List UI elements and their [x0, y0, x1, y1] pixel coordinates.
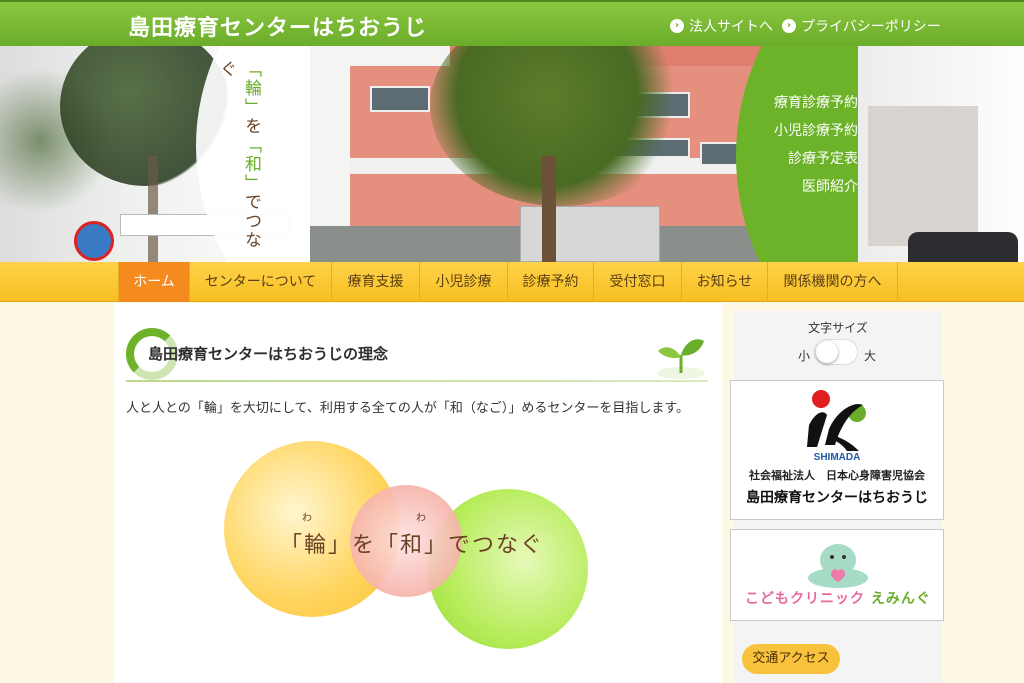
font-size-label: 文字サイズ: [808, 321, 868, 335]
hero-banner: 「輪」を「和」でつなぐ 療育診療予約 小児診療予約 診療予定表 医師紹介: [0, 46, 1024, 262]
building-sign-icon: [74, 221, 114, 261]
main-nav: ホーム センターについて 療育支援 小児診療 診療予約 受付窓口 お知らせ 関係…: [0, 262, 1024, 302]
ruby-wa-1: わ: [302, 513, 312, 524]
nav-about[interactable]: センターについて: [190, 262, 332, 302]
shimada-center-banner[interactable]: SHIMADA 社会福祉法人 日本心身障害児協会 島田療育センターはちおうじ: [730, 380, 944, 520]
kids-clinic-banner[interactable]: こどもクリニック えみんぐ: [730, 529, 944, 621]
clinic-mascot-icon: [808, 544, 868, 588]
svg-text:SHIMADA: SHIMADA: [814, 452, 861, 463]
motto-text: 「輪」を「和」でつなぐ: [280, 533, 545, 558]
chevron-right-icon: ›: [670, 19, 684, 33]
motto-illustration: わ わ 「輪」を「和」でつなぐ: [222, 441, 592, 661]
privacy-policy-label: プライバシーポリシー: [801, 19, 941, 35]
corporate-site-link[interactable]: › 法人サイトへ: [670, 16, 773, 36]
banner-org-name: 社会福祉法人 日本心身障害児協会: [749, 469, 925, 482]
nav-reception[interactable]: 受付窓口: [594, 262, 682, 302]
shimada-logo-icon: SHIMADA: [807, 390, 866, 463]
page-heading: 島田療育センターはちおうじの理念: [148, 345, 389, 363]
access-button[interactable]: 交通アクセス: [742, 644, 840, 674]
intro-text: 人と人との「輪」を大切にして、利用する全ての人が「和（なご）」めるセンターを目指…: [126, 401, 690, 416]
hero-photo-right: [858, 46, 1024, 262]
toggle-knob: [816, 341, 838, 363]
font-size-large-label: 大: [864, 349, 877, 363]
main-content: 島田療育センターはちおうじの理念 人と人との「輪」を大切にして、利用する全ての人…: [114, 303, 722, 683]
font-size-toggle[interactable]: [814, 339, 858, 365]
ruby-wa-2: わ: [416, 513, 426, 524]
pediatric-reservation-link[interactable]: 小児診療予約: [774, 120, 858, 140]
heading-divider: [126, 380, 708, 382]
hero-motto-vertical: 「輪」を「和」でつなぐ: [216, 60, 261, 250]
nav-partners[interactable]: 関係機関の方へ: [768, 262, 898, 302]
site-title[interactable]: 島田療育センターはちおうじ: [128, 10, 427, 42]
clinic-name: こどもクリニック えみんぐ: [745, 591, 931, 607]
nav-reservation[interactable]: 診療予約: [508, 262, 594, 302]
sprout-icon: [657, 339, 705, 379]
privacy-policy-link[interactable]: › プライバシーポリシー: [782, 16, 941, 36]
nav-pediatrics[interactable]: 小児診療: [420, 262, 508, 302]
nav-news[interactable]: お知らせ: [682, 262, 768, 302]
nav-home[interactable]: ホーム: [118, 262, 190, 302]
therapy-reservation-link[interactable]: 療育診療予約: [774, 92, 858, 112]
header-bar: 島田療育センターはちおうじ › 法人サイトへ › プライバシーポリシー: [0, 0, 1024, 46]
corporate-site-label: 法人サイトへ: [689, 19, 773, 35]
doctors-link[interactable]: 医師紹介: [802, 176, 858, 196]
chevron-right-icon: ›: [782, 19, 796, 33]
schedule-link[interactable]: 診療予定表: [788, 148, 858, 168]
banner-center-name: 島田療育センターはちおうじ: [746, 490, 928, 506]
font-size-small-label: 小: [798, 349, 811, 363]
nav-therapy-support[interactable]: 療育支援: [332, 262, 420, 302]
